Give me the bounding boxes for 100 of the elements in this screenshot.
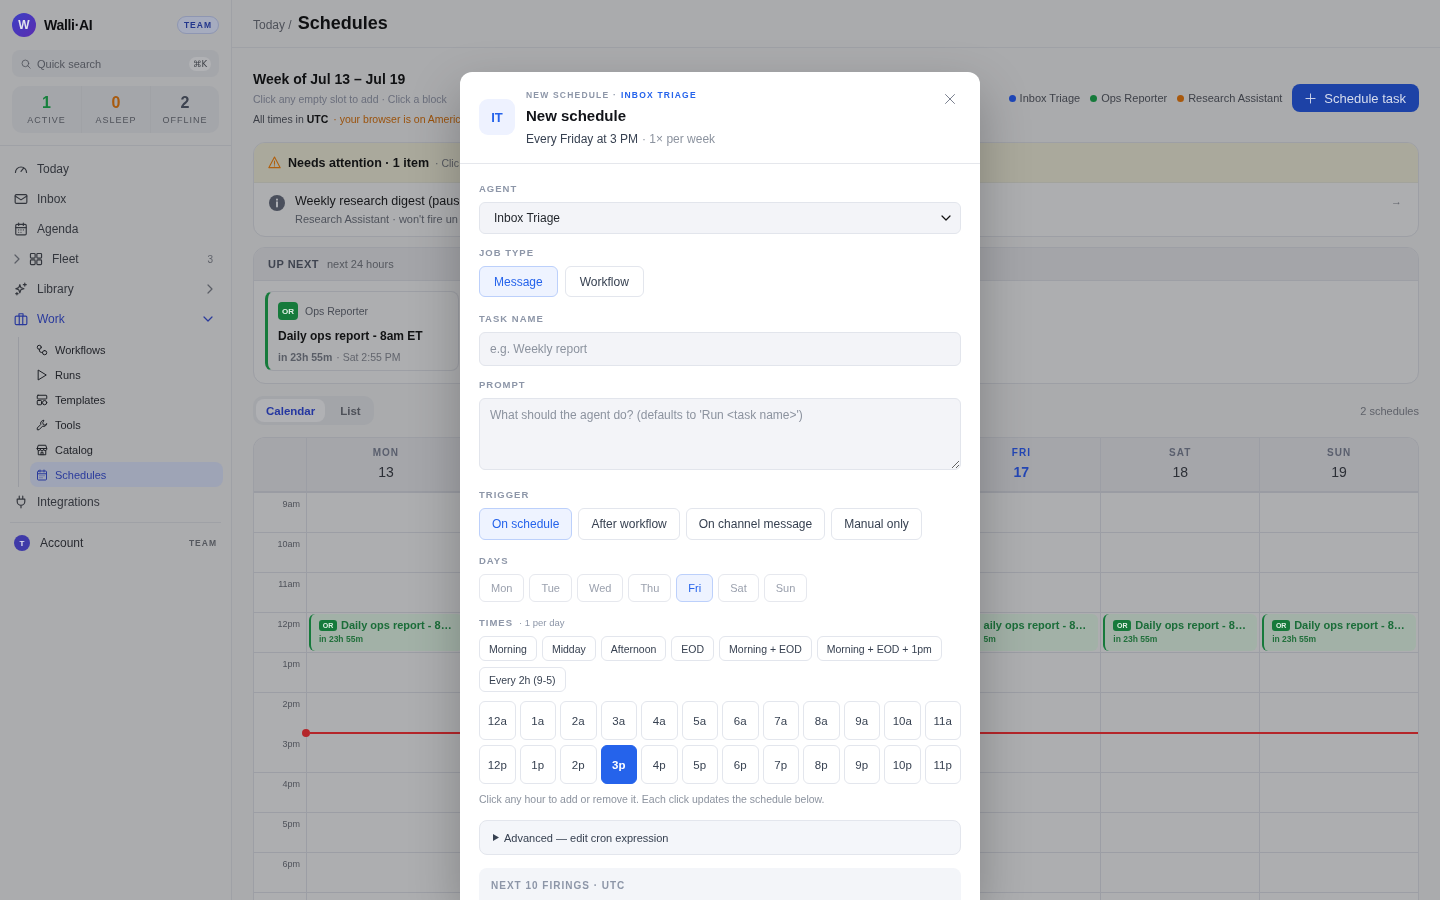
sidebar-item[interactable]: Work: [0, 304, 231, 334]
event-title: Daily ops report - 8…: [1135, 618, 1246, 632]
sidebar-subitem[interactable]: Workflows: [30, 337, 223, 362]
time-preset[interactable]: Midday: [541, 636, 596, 661]
mail-icon: [14, 192, 28, 206]
trigger-option[interactable]: Manual only: [831, 508, 922, 540]
day-number: 17: [1013, 463, 1030, 481]
trigger-option[interactable]: On schedule: [479, 508, 573, 540]
sidebar-item[interactable]: Fleet 3: [0, 244, 231, 274]
hour-toggle[interactable]: 2a: [560, 701, 597, 740]
field-label: DAYS: [479, 555, 509, 567]
hour-toggle[interactable]: 10p: [884, 745, 921, 784]
hour-toggle[interactable]: 11a: [924, 701, 961, 740]
hour-label: 1pm: [282, 659, 300, 669]
sidebar-subitem[interactable]: Templates: [30, 387, 223, 412]
sidebar-subitem[interactable]: Schedules: [30, 462, 223, 487]
hour-toggle[interactable]: 3a: [600, 701, 637, 740]
field-label: TIMES: [479, 617, 514, 629]
hour-toggle[interactable]: 7p: [762, 745, 799, 784]
schedule-task-button[interactable]: Schedule task: [1292, 84, 1419, 112]
quick-search-field[interactable]: Quick search ⌘K: [12, 50, 219, 77]
hour-toggle[interactable]: 6a: [722, 701, 759, 740]
prompt-textarea[interactable]: What should the agent do? (defaults to 'Run <task name>'): [479, 398, 961, 470]
close-icon: [944, 93, 956, 105]
account-item[interactable]: T Account TEAM: [0, 523, 231, 555]
time-preset[interactable]: Morning + EOD: [719, 636, 812, 661]
hour-toggle[interactable]: 9a: [843, 701, 880, 740]
hour-toggle[interactable]: 1p: [519, 745, 556, 784]
info-icon: [269, 195, 285, 211]
hour-toggle[interactable]: 10a: [884, 701, 921, 740]
event-title: Daily ops report - 8…: [341, 618, 452, 632]
calendar-slot[interactable]: [1259, 573, 1418, 613]
hour-toggle[interactable]: 7a: [762, 701, 799, 740]
hour-toggle[interactable]: 5a: [681, 701, 718, 740]
hour-label: 4pm: [282, 779, 300, 789]
app-name: Walli·AI: [44, 17, 94, 33]
event-title: aily ops report - 8…: [983, 618, 1087, 632]
job-type-option[interactable]: Message: [479, 266, 558, 297]
chevron-down-icon: [941, 215, 951, 221]
hour-label: 3pm: [282, 739, 300, 749]
sidebar-item[interactable]: Library: [0, 274, 231, 304]
time-preset[interactable]: Afternoon: [600, 636, 667, 661]
day-toggle[interactable]: Fri: [676, 574, 714, 602]
hour-toggle[interactable]: 3p: [600, 745, 637, 784]
hour-toggle[interactable]: 11p: [924, 745, 961, 784]
legend-label: Inbox Triage: [1019, 92, 1081, 104]
trigger-option[interactable]: After workflow: [578, 508, 680, 540]
task-name-input[interactable]: e.g. Weekly report: [479, 332, 961, 366]
agent-name: Ops Reporter: [305, 305, 369, 317]
day-number: 13: [378, 463, 394, 481]
hour-toggle[interactable]: 8a: [803, 701, 840, 740]
calendar-slot[interactable]: [1100, 573, 1260, 613]
next-firings-title: NEXT 10 FIRINGS · UTC: [491, 879, 626, 892]
hour-toggle[interactable]: 9p: [843, 745, 880, 784]
advanced-toggle[interactable]: Advanced — edit cron expression: [479, 820, 961, 855]
hour-toggle[interactable]: 12p: [479, 745, 516, 784]
warning-icon: [268, 156, 281, 169]
page-title: Schedules: [297, 13, 388, 34]
frequency-note: · 1× per week: [642, 131, 716, 147]
hour-toggle[interactable]: 4p: [641, 745, 678, 784]
close-button[interactable]: [943, 92, 957, 106]
hour-toggle[interactable]: 6p: [722, 745, 759, 784]
time-preset[interactable]: Every 2h (9-5): [479, 667, 566, 692]
agent-select[interactable]: Inbox Triage: [479, 202, 961, 234]
sidebar-subitem[interactable]: Tools: [30, 412, 223, 437]
sidebar-subitem[interactable]: Runs: [30, 362, 223, 387]
trigger-option[interactable]: On channel message: [685, 508, 826, 540]
item-count: 3: [207, 253, 213, 265]
time-preset[interactable]: EOD: [671, 636, 715, 661]
breadcrumb[interactable]: Today /: [253, 18, 292, 32]
field-label: TRIGGER: [479, 489, 530, 501]
attention-title: Needs attention · 1 item: [288, 155, 429, 170]
event-title: Daily ops report - 8…: [1294, 618, 1405, 632]
event-eta: in 23h 55m: [1272, 634, 1317, 644]
hour-toggle[interactable]: 2p: [560, 745, 597, 784]
time-preset[interactable]: Morning: [479, 636, 537, 661]
attention-item-title[interactable]: Weekly research digest (paus: [295, 193, 460, 209]
layout-icon: [36, 393, 48, 406]
plug-icon: [14, 495, 28, 509]
hour-toggle[interactable]: 12a: [479, 701, 516, 740]
plan-label: TEAM: [188, 538, 217, 548]
sidebar-item[interactable]: Today: [0, 154, 231, 184]
hour-toggle[interactable]: 8p: [803, 745, 840, 784]
time-preset[interactable]: Morning + EOD + 1pm: [816, 636, 942, 661]
sidebar-subitem[interactable]: Catalog: [30, 437, 223, 462]
sidebar-item[interactable]: Inbox: [0, 184, 231, 214]
up-next-subtitle: next 24 hours: [327, 258, 394, 270]
hour-label: 10am: [277, 539, 300, 549]
view-tab[interactable]: Calendar: [256, 399, 326, 422]
sidebar-item[interactable]: Agenda: [0, 214, 231, 244]
quick-search-input[interactable]: Quick search: [37, 57, 183, 70]
field-label: AGENT: [479, 183, 518, 195]
hour-toggle[interactable]: 4a: [641, 701, 678, 740]
search-icon: [21, 58, 31, 69]
hour-toggle[interactable]: 5p: [681, 745, 718, 784]
field-label: TASK NAME: [479, 313, 544, 325]
hour-toggle[interactable]: 1a: [519, 701, 556, 740]
job-type-option[interactable]: Workflow: [564, 266, 644, 297]
sidebar-item[interactable]: Integrations: [0, 487, 231, 517]
day-number: 18: [1172, 463, 1188, 481]
